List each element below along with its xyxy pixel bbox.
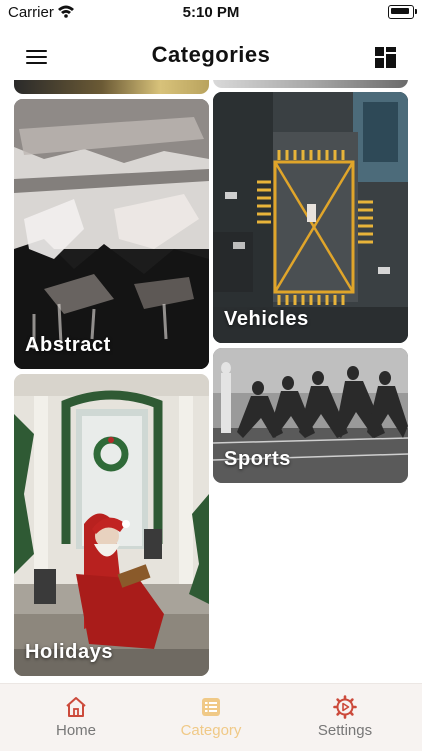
category-label-holidays: Holidays — [25, 641, 114, 663]
clock: 5:10 PM — [182, 4, 240, 21]
category-label-vehicles: Vehicles — [224, 308, 309, 330]
grid-layout-icon[interactable] — [375, 47, 396, 68]
category-card-vehicles[interactable]: Vehicles — [213, 92, 408, 343]
category-card-abstract[interactable]: Abstract — [14, 99, 209, 369]
category-label-sports: Sports — [224, 448, 291, 470]
home-icon — [66, 697, 86, 717]
abstract-image — [14, 99, 209, 369]
vehicles-image — [213, 92, 408, 343]
tab-category-label: Category — [180, 722, 242, 739]
category-card-holidays[interactable]: Holidays — [14, 374, 209, 676]
tab-home-label: Home — [55, 722, 96, 739]
status-bar: Carrier 5:10 PM — [0, 0, 422, 26]
gear-icon — [333, 695, 357, 719]
tab-category[interactable]: Category — [141, 684, 281, 751]
holidays-image — [14, 374, 209, 676]
category-card-sports[interactable]: Sports — [213, 348, 408, 483]
category-grid[interactable]: Abstract Vehicles Sports Holidays — [0, 80, 422, 680]
tab-settings-label: Settings — [317, 722, 373, 739]
tab-settings[interactable]: Settings — [275, 684, 415, 751]
list-icon — [202, 698, 220, 716]
category-label-abstract: Abstract — [25, 334, 111, 356]
battery-icon — [388, 5, 417, 19]
category-card-partial-right[interactable] — [213, 80, 408, 88]
navigation-bar: Categories — [0, 38, 422, 78]
tab-home[interactable]: Home — [6, 684, 146, 751]
page-title: Categories — [151, 42, 271, 67]
tab-bar: Home Category Settings — [0, 683, 422, 751]
category-card-partial-left[interactable] — [14, 80, 209, 94]
